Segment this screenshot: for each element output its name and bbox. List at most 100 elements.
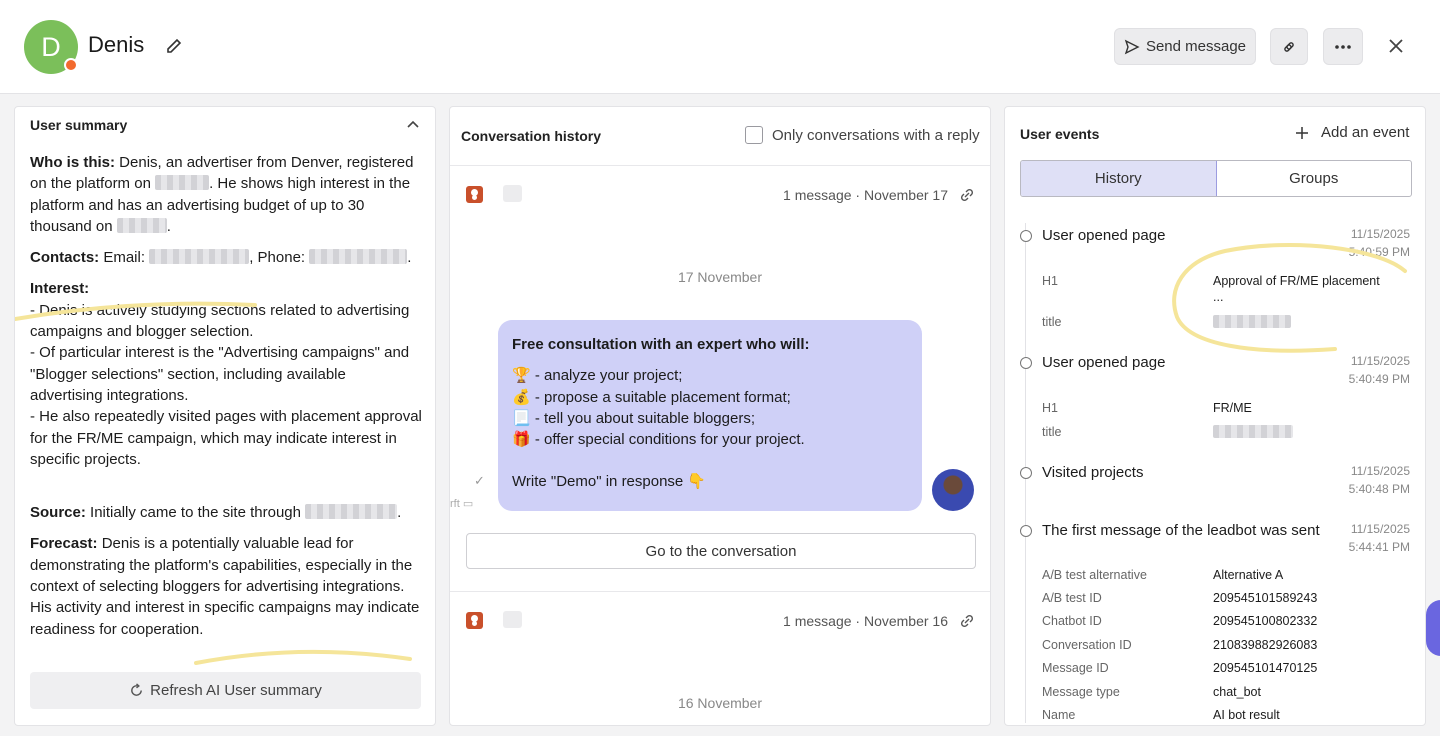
more-options-button[interactable] xyxy=(1323,28,1363,65)
chevron-up-icon[interactable] xyxy=(405,117,421,133)
refresh-summary-button[interactable]: Refresh AI User summary xyxy=(30,672,421,709)
conversation-history-title: Conversation history xyxy=(461,128,602,144)
detail-key: A/B test alternative xyxy=(1042,568,1147,582)
source-end: . xyxy=(397,504,402,522)
bot-message-bubble: Free consultation with an expert who wil… xyxy=(498,320,922,511)
send-message-button[interactable]: Send message xyxy=(1114,28,1256,65)
detail-value: chat_bot xyxy=(1213,685,1261,699)
send-icon xyxy=(1124,39,1140,54)
event-value-redacted xyxy=(1213,425,1293,439)
link-icon[interactable] xyxy=(959,613,975,629)
conversation-history-panel: Conversation history Only conversations … xyxy=(449,106,991,726)
event-timestamp: 11/15/2025 5:40:49 PM xyxy=(1320,352,1410,388)
message-line: 💰 - propose a suitable placement format; xyxy=(512,388,791,406)
event-date: 11/15/2025 xyxy=(1350,522,1410,536)
forecast-paragraph: Forecast: Denis is a potentially valuabl… xyxy=(30,533,422,639)
redacted-email xyxy=(149,249,250,265)
event-time: 5:44:41 PM xyxy=(1348,540,1410,554)
user-summary-panel: User summary Who is this: Denis, an adve… xyxy=(14,106,436,726)
user-name: Denis xyxy=(88,32,145,57)
detail-key: A/B test ID xyxy=(1042,591,1102,605)
contacts-label: Contacts: xyxy=(30,249,100,267)
event-timestamp: 11/15/2025 5:40:48 PM xyxy=(1320,462,1410,498)
source-label: Source: xyxy=(30,504,86,522)
event-date: 11/15/2025 xyxy=(1350,227,1410,241)
timeline-dot xyxy=(1020,467,1032,479)
channel-label: rft ▭ xyxy=(450,497,473,510)
forecast-label: Forecast: xyxy=(30,535,98,553)
refresh-icon xyxy=(131,683,143,696)
event-name: The first message of the leadbot was sen… xyxy=(1042,522,1320,539)
detail-key: Message type xyxy=(1042,685,1120,699)
go-to-conversation-button[interactable]: Go to the conversation xyxy=(466,533,976,569)
copy-link-button[interactable] xyxy=(1270,28,1308,65)
user-summary-text: Who is this: Denis, an advertiser from D… xyxy=(30,152,422,650)
link-icon[interactable] xyxy=(959,187,975,203)
redacted-source xyxy=(305,504,398,520)
date-separator: 17 November xyxy=(677,269,763,285)
more-dots-icon xyxy=(1335,44,1351,49)
event-key: title xyxy=(1042,425,1062,439)
reply-filter[interactable]: Only conversations with a reply xyxy=(745,126,980,144)
redacted-platform xyxy=(116,217,167,233)
who-paragraph: Who is this: Denis, an advertiser from D… xyxy=(30,152,422,237)
source-paragraph: Source: Initially came to the site throu… xyxy=(30,502,422,523)
message-line: 🏆 - analyze your project; xyxy=(512,367,683,385)
conversation-meta: 1 message · November 17 xyxy=(783,187,948,203)
bot-avatar xyxy=(932,469,974,511)
interest-item-2: - Of particular interest is the "Adverti… xyxy=(30,344,410,404)
message-line: 📃 - tell you about suitable bloggers; xyxy=(512,409,755,427)
link-icon xyxy=(1284,41,1294,52)
add-event-button[interactable]: Add an event xyxy=(1295,124,1409,141)
contact-card-icon xyxy=(466,612,483,629)
events-tabs: History Groups xyxy=(1020,160,1412,197)
detail-value: AI bot result xyxy=(1213,708,1280,722)
tab-groups[interactable]: Groups xyxy=(1217,161,1412,196)
event-value: FR/ME xyxy=(1213,401,1252,415)
channel-label-text: rft xyxy=(450,498,460,510)
reply-filter-checkbox[interactable] xyxy=(745,126,763,144)
interest-item-3: - He also repeatedly visited pages with … xyxy=(30,408,422,468)
interest-paragraph: Interest: - Denis is actively studying s… xyxy=(30,278,422,470)
who-text-3: . xyxy=(166,217,171,235)
status-dot xyxy=(64,58,78,72)
detail-key: Name xyxy=(1042,708,1076,722)
add-event-label: Add an event xyxy=(1321,124,1410,141)
message-line: 🎁 - offer special conditions for your pr… xyxy=(512,431,805,449)
contacts-end: . xyxy=(407,249,412,267)
user-events-title: User events xyxy=(1020,126,1100,142)
reply-filter-label: Only conversations with a reply xyxy=(772,126,980,144)
divider xyxy=(450,591,990,592)
refresh-summary-label: Refresh AI User summary xyxy=(150,682,322,699)
event-name: User opened page xyxy=(1042,354,1166,371)
event-name: Visited projects xyxy=(1042,464,1144,481)
event-date: 11/15/2025 xyxy=(1350,464,1410,478)
pencil-icon[interactable] xyxy=(164,37,184,57)
event-key: title xyxy=(1042,315,1062,329)
event-time: 5:40:48 PM xyxy=(1348,482,1410,496)
event-key: H1 xyxy=(1042,274,1058,288)
delivered-check-icon: ✓ xyxy=(474,473,485,488)
send-message-label: Send message xyxy=(1145,38,1247,55)
redacted-phone xyxy=(309,249,408,265)
who-label: Who is this: xyxy=(30,154,115,171)
detail-value: 209545100802332 xyxy=(1213,614,1318,628)
close-icon[interactable] xyxy=(1384,34,1408,58)
contacts-paragraph: Contacts: Email: , Phone: . xyxy=(30,247,422,268)
timeline-dot xyxy=(1020,357,1032,369)
computer-icon: ▭ xyxy=(462,498,474,510)
detail-key: Conversation ID xyxy=(1042,638,1132,652)
event-timestamp: 11/15/2025 5:40:59 PM xyxy=(1320,225,1410,261)
tab-history[interactable]: History xyxy=(1021,161,1217,196)
source-text: Initially came to the site through xyxy=(90,504,301,522)
contact-card-icon xyxy=(466,186,483,203)
chat-bubble-icon xyxy=(503,185,522,202)
detail-value: 209545101589243 xyxy=(1213,591,1318,605)
message-title: Free consultation with an expert who wil… xyxy=(512,336,810,353)
detail-value: 210839882926083 xyxy=(1213,638,1318,652)
interest-item-1: - Denis is actively studying sections re… xyxy=(30,301,410,341)
redacted-title xyxy=(1213,425,1293,438)
contacts-email-label: Email: xyxy=(103,249,146,267)
event-key: H1 xyxy=(1042,401,1058,415)
floating-chat-button[interactable] xyxy=(1426,600,1440,656)
